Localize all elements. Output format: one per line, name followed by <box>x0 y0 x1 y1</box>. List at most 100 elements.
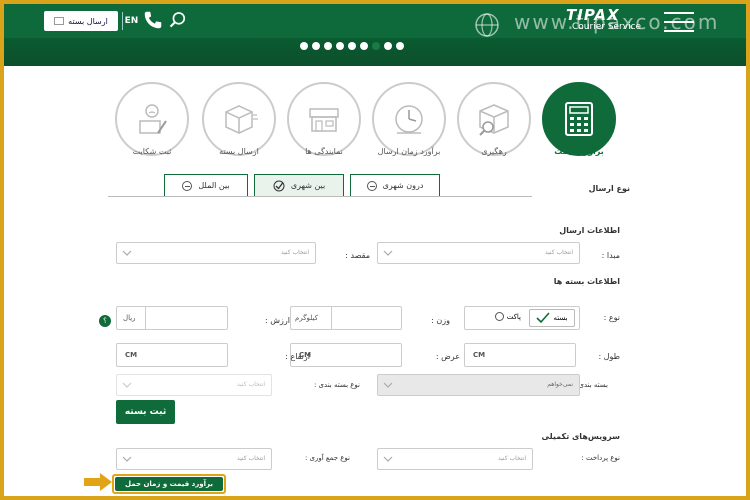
length-input[interactable]: CM <box>464 343 576 367</box>
chevron-down-icon <box>122 456 132 462</box>
tabs-baseline <box>108 196 532 197</box>
weight-label: وزن : <box>431 316 450 325</box>
slider-dot[interactable] <box>348 42 356 50</box>
payment-placeholder: انتخاب کنید <box>497 455 526 462</box>
value-input[interactable]: ریال <box>116 306 228 330</box>
tab-label: درون شهری <box>382 181 424 190</box>
send-info-title: اطلاعات ارسال <box>559 226 620 235</box>
chevron-down-icon <box>383 382 393 388</box>
packing-value: نمی‌خواهم <box>547 381 573 388</box>
clock-icon <box>395 105 423 134</box>
service-label: نمایندگی ها <box>305 147 343 156</box>
type-option-label: بسته <box>553 314 568 322</box>
tab-inter-city[interactable]: بین شهری <box>254 174 344 196</box>
type-option-envelope[interactable]: پاکت <box>494 312 521 321</box>
page-frame: ارسال بسته EN www.tipaxco.com TIPAX Cour… <box>4 4 746 496</box>
check-icon <box>536 312 551 324</box>
packing-type-label: نوع بسته بندی : <box>313 381 360 389</box>
length-label: طول : <box>598 352 620 361</box>
globe-icon <box>475 13 499 37</box>
package-info-title: اطلاعات بسته ها <box>553 277 620 286</box>
slider-dots <box>300 42 404 50</box>
submit-package-button[interactable]: ثبت بسته <box>116 400 175 424</box>
destination-label: مقصد : <box>345 251 370 260</box>
logo-subtitle: Courier Service <box>572 22 642 32</box>
check-circle-icon <box>273 180 285 191</box>
chevron-down-icon <box>122 250 132 256</box>
packing-type-placeholder: انتخاب کنید <box>236 381 265 388</box>
packing-select[interactable]: نمی‌خواهم <box>377 374 580 396</box>
service-label: برآورد قیمت <box>554 147 604 156</box>
minus-circle-icon <box>366 180 377 191</box>
chevron-down-icon <box>383 456 393 462</box>
service-tracking[interactable] <box>457 82 531 156</box>
arrow-right-icon <box>84 473 112 491</box>
send-package-button[interactable]: ارسال بسته <box>44 11 118 31</box>
chevron-down-icon <box>383 250 393 256</box>
slider-dot[interactable] <box>300 42 308 50</box>
hamburger-menu-icon[interactable] <box>664 12 694 32</box>
calculator-icon <box>565 102 593 136</box>
service-agencies[interactable] <box>287 82 361 156</box>
height-label: ارتفاع : <box>285 352 310 361</box>
pickup-label: نوع جمع آوری : <box>304 454 350 462</box>
payment-label: نوع پرداخت : <box>581 454 620 462</box>
estimate-button-highlight: برآورد قیمت و زمان حمل <box>112 474 226 494</box>
packing-type-select[interactable]: انتخاب کنید <box>116 374 272 396</box>
slider-dot[interactable] <box>312 42 320 50</box>
width-label: عرض : <box>435 352 460 361</box>
service-label: رهگیری <box>481 147 507 156</box>
destination-select[interactable]: انتخاب کنید <box>116 242 316 264</box>
storefront-icon <box>309 108 339 132</box>
service-complaint[interactable] <box>115 82 189 156</box>
height-input[interactable]: CM <box>116 343 228 367</box>
slider-dot[interactable] <box>384 42 392 50</box>
origin-placeholder: انتخاب کنید <box>544 249 573 256</box>
box-icon <box>54 17 65 25</box>
tab-label: بین الملل <box>198 181 230 190</box>
box-icon <box>225 105 258 134</box>
complaint-icon <box>139 104 167 134</box>
minus-circle-icon <box>494 312 504 321</box>
slider-dot[interactable] <box>336 42 344 50</box>
origin-select[interactable]: انتخاب کنید <box>377 242 580 264</box>
tab-intra-city[interactable]: درون شهری <box>350 174 440 196</box>
value-label: ارزش : <box>265 316 290 325</box>
phone-icon[interactable] <box>142 9 164 31</box>
tipax-logo[interactable]: TIPAX Courier Service <box>566 6 648 36</box>
slider-dot-active[interactable] <box>372 42 380 50</box>
slider-dot[interactable] <box>324 42 332 50</box>
send-package-label: ارسال بسته <box>68 16 108 26</box>
service-delivery-time[interactable] <box>372 82 446 156</box>
destination-placeholder: انتخاب کنید <box>280 249 309 256</box>
search-icon[interactable] <box>168 10 188 30</box>
site-header: ارسال بسته EN www.tipaxco.com TIPAX Cour… <box>4 4 746 66</box>
service-send-package[interactable] <box>202 82 276 156</box>
slider-dot[interactable] <box>360 42 368 50</box>
estimate-price-time-button[interactable]: برآورد قیمت و زمان حمل <box>115 477 223 491</box>
service-label: برآورد زمان ارسال <box>377 147 441 156</box>
value-unit: ریال <box>123 314 136 322</box>
package-type-group: بسته پاکت <box>464 306 580 330</box>
pickup-placeholder: انتخاب کنید <box>236 455 265 462</box>
weight-unit: کیلوگرم <box>295 314 318 322</box>
service-price-estimate[interactable] <box>542 82 616 156</box>
extra-services-title: سرویس‌های تکمیلی <box>541 432 620 441</box>
origin-label: مبدا : <box>601 251 620 260</box>
type-option-box[interactable]: بسته <box>529 309 575 327</box>
slider-dot[interactable] <box>396 42 404 50</box>
field-divider <box>331 307 332 329</box>
chevron-down-icon <box>122 382 132 388</box>
payment-select[interactable]: انتخاب کنید <box>377 448 533 470</box>
package-search-icon <box>479 104 509 136</box>
length-unit: CM <box>473 351 486 359</box>
service-label: ثبت شکایت <box>132 147 172 156</box>
tab-international[interactable]: بین الملل <box>164 174 248 196</box>
type-label: نوع : <box>603 313 620 322</box>
language-switch[interactable]: EN <box>122 12 140 30</box>
weight-input[interactable]: کیلوگرم <box>290 306 402 330</box>
height-unit: CM <box>125 351 138 359</box>
pickup-select[interactable]: انتخاب کنید <box>116 448 272 470</box>
field-divider <box>145 307 146 329</box>
help-badge[interactable]: ؟ <box>99 315 111 327</box>
